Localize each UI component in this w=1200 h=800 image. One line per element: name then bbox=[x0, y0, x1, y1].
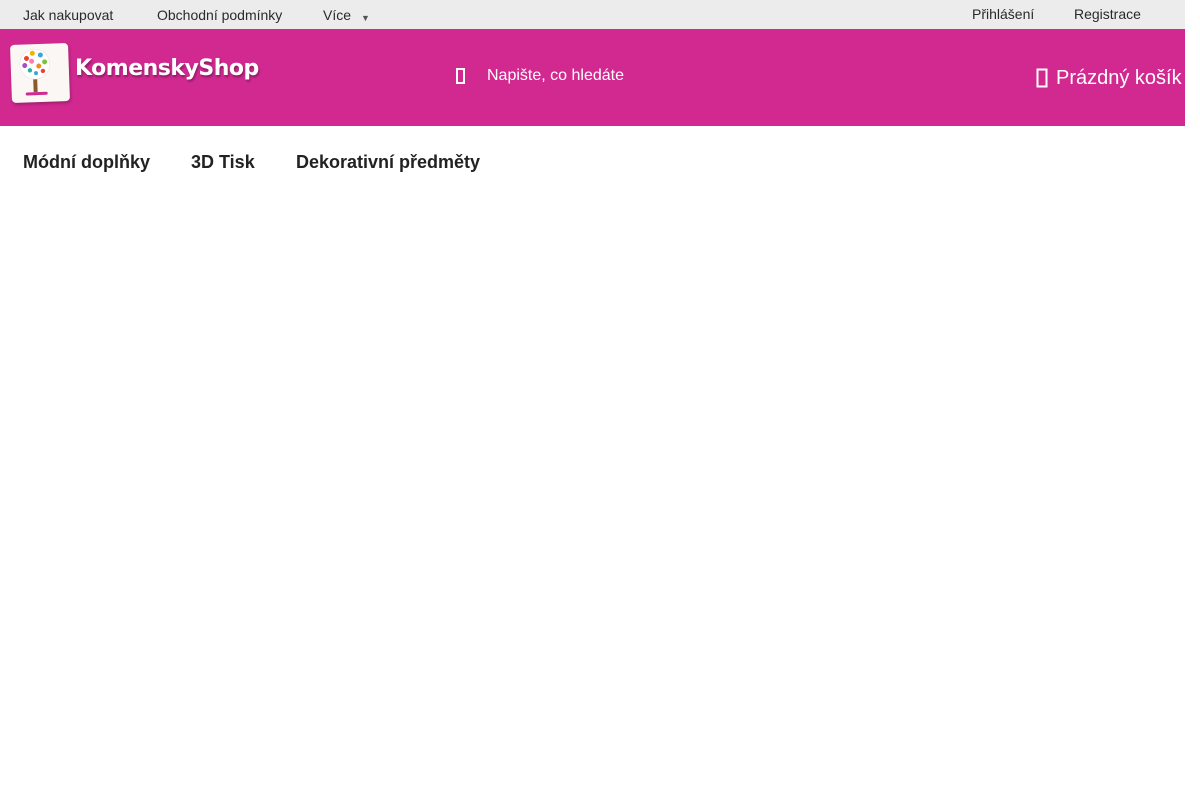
site-logo[interactable]: KomenskyShop bbox=[10, 43, 259, 104]
chevron-down-icon[interactable]: ▼ bbox=[361, 13, 370, 23]
menu-item-fashion-accessories[interactable]: Módní doplňky bbox=[23, 152, 150, 173]
cart-label: Prázdný košík bbox=[1056, 66, 1182, 89]
category-menu: Módní doplňky 3D Tisk Dekorativní předmě… bbox=[0, 126, 1185, 196]
search-input[interactable] bbox=[478, 62, 998, 90]
logo-text: KomenskyShop bbox=[75, 56, 259, 81]
link-terms[interactable]: Obchodní podmínky bbox=[157, 7, 282, 23]
login-link[interactable]: Přihlášení bbox=[972, 6, 1034, 22]
link-more[interactable]: Více bbox=[323, 7, 351, 23]
site-header: KomenskyShop Prázdný košík bbox=[0, 29, 1185, 126]
top-utility-bar: Jak nakupovat Obchodní podmínky Více ▼ P… bbox=[0, 0, 1185, 29]
menu-item-3d-print[interactable]: 3D Tisk bbox=[191, 152, 255, 173]
register-link[interactable]: Registrace bbox=[1074, 6, 1141, 22]
cart-icon bbox=[1036, 68, 1048, 88]
link-how-to-buy[interactable]: Jak nakupovat bbox=[23, 7, 113, 23]
logo-tree-icon bbox=[10, 43, 70, 103]
search-icon[interactable] bbox=[453, 66, 469, 86]
menu-item-decorative-items[interactable]: Dekorativní předměty bbox=[296, 152, 480, 173]
cart-button[interactable]: Prázdný košík bbox=[1036, 64, 1182, 92]
